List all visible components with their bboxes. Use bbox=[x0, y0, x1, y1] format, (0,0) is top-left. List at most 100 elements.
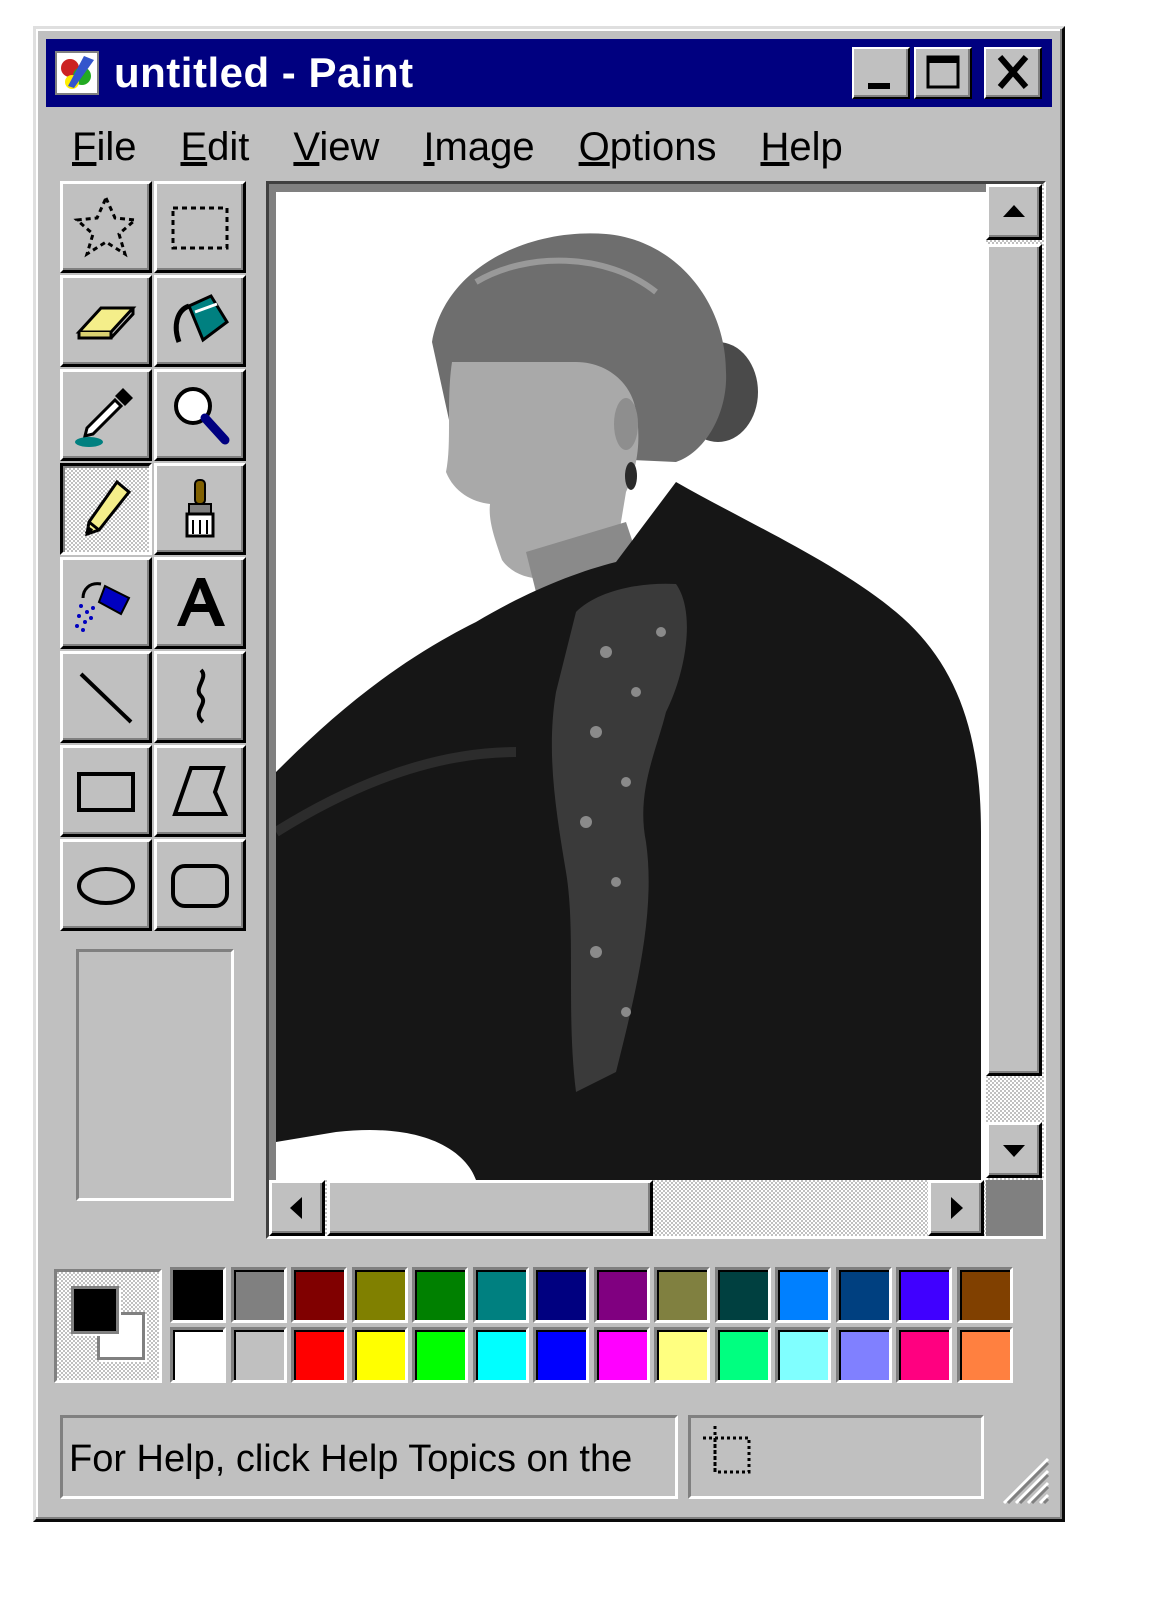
palette-swatch[interactable] bbox=[714, 1327, 771, 1383]
title-bar[interactable]: untitled - Paint bbox=[46, 39, 1052, 107]
palette-swatch[interactable] bbox=[654, 1267, 710, 1323]
palette-swatch[interactable] bbox=[956, 1267, 1013, 1323]
palette-swatch[interactable] bbox=[714, 1267, 771, 1323]
palette-swatch-bevel bbox=[536, 1270, 586, 1320]
tool-rounded-rect[interactable] bbox=[154, 839, 246, 931]
palette-swatch[interactable] bbox=[170, 1267, 226, 1323]
tool-airbrush[interactable] bbox=[60, 557, 152, 649]
palette-swatch[interactable] bbox=[412, 1327, 468, 1383]
tool-text[interactable] bbox=[154, 557, 246, 649]
rectangle-icon bbox=[77, 772, 135, 812]
palette-swatch[interactable] bbox=[230, 1327, 287, 1383]
scroll-right-button[interactable] bbox=[928, 1180, 984, 1236]
arrow-right-icon bbox=[951, 1197, 963, 1219]
rounded-rect-icon bbox=[171, 864, 229, 908]
palette-swatch[interactable] bbox=[835, 1327, 892, 1383]
menu-help[interactable]: Help bbox=[760, 125, 842, 170]
palette-swatch[interactable] bbox=[593, 1267, 650, 1323]
menu-file[interactable]: File bbox=[72, 125, 136, 170]
pencil-icon bbox=[84, 479, 132, 537]
palette-swatch[interactable] bbox=[533, 1267, 589, 1323]
palette-swatch[interactable] bbox=[654, 1327, 710, 1383]
scroll-left-button[interactable] bbox=[269, 1180, 325, 1236]
tool-rect-select[interactable] bbox=[154, 181, 246, 273]
arrow-up-icon bbox=[1003, 205, 1025, 217]
scroll-down-button[interactable] bbox=[986, 1122, 1042, 1178]
palette-swatch[interactable] bbox=[896, 1327, 952, 1383]
maximize-button[interactable] bbox=[914, 47, 972, 99]
menu-view-label: iew bbox=[319, 124, 380, 169]
palette-swatch[interactable] bbox=[230, 1267, 287, 1323]
minimize-button[interactable] bbox=[852, 47, 910, 99]
horizontal-scrollbar[interactable] bbox=[269, 1180, 986, 1236]
palette-swatch[interactable] bbox=[351, 1267, 408, 1323]
horizontal-scroll-thumb[interactable] bbox=[327, 1180, 653, 1236]
tool-brush[interactable] bbox=[154, 463, 246, 555]
scroll-up-button[interactable] bbox=[986, 184, 1042, 240]
tool-eraser[interactable] bbox=[60, 275, 152, 367]
color-box bbox=[46, 1261, 1052, 1391]
palette-swatch[interactable] bbox=[956, 1327, 1013, 1383]
palette-swatch[interactable] bbox=[291, 1267, 347, 1323]
resize-grip-icon[interactable] bbox=[994, 1449, 1050, 1505]
status-bar: For Help, click Help Topics on the bbox=[46, 1409, 1052, 1509]
close-button[interactable] bbox=[984, 47, 1042, 99]
palette-swatch-bevel bbox=[657, 1330, 707, 1380]
tool-rectangle[interactable] bbox=[60, 745, 152, 837]
palette-swatch[interactable] bbox=[896, 1267, 952, 1323]
fill-bucket-icon bbox=[173, 294, 229, 343]
text-icon bbox=[177, 578, 225, 626]
palette-swatch[interactable] bbox=[593, 1327, 650, 1383]
palette-swatch[interactable] bbox=[351, 1327, 408, 1383]
vertical-scroll-thumb[interactable] bbox=[986, 244, 1042, 1076]
tool-polygon[interactable] bbox=[154, 745, 246, 837]
palette-swatch-bevel bbox=[838, 1330, 889, 1380]
palette-swatch-bevel bbox=[173, 1270, 223, 1320]
menu-image[interactable]: Image bbox=[423, 125, 534, 170]
portrait-image bbox=[276, 233, 981, 1180]
menu-bar: File Edit View Image Options Help bbox=[46, 117, 1052, 177]
tool-options-panel[interactable] bbox=[76, 949, 234, 1201]
line-icon bbox=[79, 672, 133, 724]
palette-swatch[interactable] bbox=[835, 1267, 892, 1323]
tool-ellipse[interactable] bbox=[60, 839, 152, 931]
menu-view[interactable]: View bbox=[293, 125, 379, 170]
palette-swatch[interactable] bbox=[775, 1327, 831, 1383]
free-form-select-icon bbox=[73, 194, 139, 258]
menu-edit[interactable]: Edit bbox=[180, 125, 249, 170]
tool-line[interactable] bbox=[60, 651, 152, 743]
menu-options[interactable]: Options bbox=[579, 125, 717, 170]
tool-color-picker[interactable] bbox=[60, 369, 152, 461]
magnifier-icon bbox=[174, 387, 230, 445]
palette-swatch-bevel bbox=[596, 1330, 647, 1380]
toolbox bbox=[60, 181, 250, 941]
status-help-text: For Help, click Help Topics on the bbox=[60, 1415, 678, 1499]
palette-swatch-bevel bbox=[294, 1270, 344, 1320]
arrow-left-icon bbox=[290, 1197, 302, 1219]
status-coordinates bbox=[688, 1415, 984, 1499]
palette-swatch[interactable] bbox=[412, 1267, 468, 1323]
palette-swatch[interactable] bbox=[291, 1327, 347, 1383]
palette-swatch-bevel bbox=[959, 1330, 1010, 1380]
palette-swatch-bevel bbox=[899, 1330, 949, 1380]
palette-swatch[interactable] bbox=[472, 1267, 529, 1323]
vertical-scrollbar[interactable] bbox=[986, 184, 1044, 1180]
palette-swatch-bevel bbox=[475, 1270, 526, 1320]
foreground-color-swatch[interactable] bbox=[71, 1286, 119, 1334]
tool-magnifier[interactable] bbox=[154, 369, 246, 461]
tool-pencil[interactable] bbox=[60, 463, 152, 555]
tool-curve[interactable] bbox=[154, 651, 246, 743]
tool-fill[interactable] bbox=[154, 275, 246, 367]
menu-file-key: F bbox=[72, 124, 97, 169]
tool-free-form-select[interactable] bbox=[60, 181, 152, 273]
color-picker-icon bbox=[75, 388, 133, 447]
menu-help-label: elp bbox=[789, 124, 843, 169]
current-colors[interactable] bbox=[54, 1269, 162, 1383]
palette-swatch-bevel bbox=[717, 1330, 768, 1380]
drawing-canvas[interactable] bbox=[276, 192, 986, 1180]
palette-swatch[interactable] bbox=[170, 1327, 226, 1383]
menu-help-key: H bbox=[760, 124, 790, 169]
palette-swatch[interactable] bbox=[533, 1327, 589, 1383]
palette-swatch[interactable] bbox=[775, 1267, 831, 1323]
palette-swatch[interactable] bbox=[472, 1327, 529, 1383]
